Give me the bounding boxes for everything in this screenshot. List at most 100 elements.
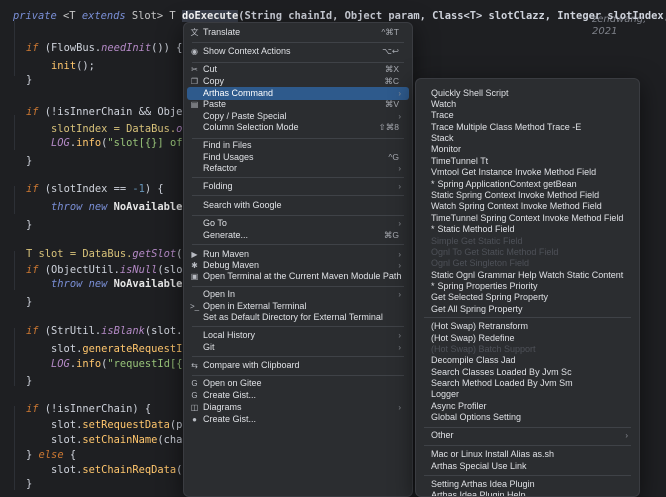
- code-line[interactable]: if (StrUtil.isBlank(slot.get: [1, 322, 201, 340]
- code-token: }: [1, 375, 33, 387]
- menu-separator: [424, 427, 631, 428]
- menu-item-open-terminal-at-the-current-maven-module-path[interactable]: ▣ Open Terminal at the Current Maven Modu…: [187, 270, 409, 283]
- translate-icon: 文: [190, 28, 199, 37]
- code-token: extends: [81, 10, 132, 22]
- menu-item-label: Debug Maven: [203, 260, 260, 270]
- menu-item-label: Monitor: [431, 144, 462, 154]
- menu-item-label: Git: [203, 342, 215, 352]
- maven-run-icon: ▶: [191, 250, 198, 259]
- menu-item-set-as-default-directory-for-external-terminal[interactable]: Set as Default Directory for External Te…: [187, 311, 409, 324]
- code-token: if: [1, 106, 45, 118]
- menu-item-label: Watch: [431, 99, 457, 109]
- menu-item-label: Copy: [203, 76, 225, 86]
- menu-item-label: (Hot Swap) Redefine: [431, 333, 515, 343]
- menu-item-label: Watch Spring Context Invoke Method Field: [431, 201, 602, 211]
- menu-item-create-gist[interactable]: ● Create Gist...: [187, 413, 409, 426]
- menu-separator: [192, 177, 404, 178]
- code-token: Slot>: [131, 10, 170, 22]
- code-token: if: [1, 183, 45, 195]
- code-token: slot.: [1, 419, 83, 431]
- chevron-right-icon: ›: [625, 431, 628, 440]
- code-token: (StrUtil.: [44, 325, 102, 337]
- menu-item-folding[interactable]: Folding ›: [187, 180, 409, 193]
- menu-item-label: Show Context Actions: [203, 46, 291, 56]
- code-token: }: [1, 296, 33, 308]
- menu-item-compare-with-clipboard[interactable]: ⇆ Compare with Clipboard: [187, 359, 409, 372]
- code-token: needInit: [101, 42, 152, 54]
- selected-identifier: doExecute: [181, 10, 239, 22]
- menu-item-label: (Hot Swap) Batch Support: [431, 344, 536, 354]
- menu-item-translate[interactable]: 文 Translate ^⌘T: [187, 26, 409, 39]
- bullet-marker: *: [431, 281, 435, 291]
- code-token: (slotIndex ==: [44, 183, 133, 195]
- menu-separator: [424, 445, 631, 446]
- code-token: ()) {: [151, 42, 183, 54]
- menu-item-label: Quickly Shell Script: [431, 88, 509, 98]
- code-line[interactable]: }: [1, 152, 32, 170]
- menu-item-label: Arthas Special Use Link: [431, 461, 527, 471]
- menu-item-label: Ognl To Get Static Method Field: [431, 247, 559, 257]
- menu-item-label: Get All Spring Property: [431, 304, 523, 314]
- menu-item-label: TimeTunnel Tt: [431, 156, 489, 166]
- code-line[interactable]: if (slotIndex == -1) {: [1, 180, 164, 198]
- bullet-marker: *: [431, 179, 435, 189]
- code-line[interactable]: }: [1, 372, 32, 390]
- menu-item-generate[interactable]: Generate... ⌘G: [187, 229, 409, 242]
- menu-item-search-with-google[interactable]: Search with Google: [187, 199, 409, 212]
- code-line[interactable]: LOG.info("requestId[{}": [1, 355, 195, 373]
- code-token: slot.: [1, 434, 83, 446]
- menu-item-label: Search Classes Loaded By Jvm Sc: [431, 367, 572, 377]
- menu-item-label: Arthas Idea Plugin Help: [431, 490, 526, 497]
- code-line[interactable]: if (FlowBus.needInit()) {: [1, 39, 182, 57]
- code-line[interactable]: LOG.info("slot[{}] offer: [1, 134, 201, 152]
- menu-item-git[interactable]: Git ›: [187, 341, 409, 354]
- code-token: private: [13, 10, 64, 22]
- chevron-right-icon: ›: [398, 343, 401, 352]
- arthas-item-other[interactable]: Other ›: [419, 429, 636, 442]
- code-token: ) {: [144, 183, 164, 195]
- menu-item-label: Arthas Command: [203, 88, 274, 98]
- menu-item-show-context-actions[interactable]: ◉ Show Context Actions ⌥↩: [187, 45, 409, 58]
- code-line[interactable]: throw new NoAvailableSlo: [1, 275, 201, 293]
- gist-icon: G: [191, 391, 198, 400]
- menu-separator: [192, 42, 404, 43]
- arthas-item-get-all-spring-property[interactable]: Get All Spring Property: [419, 303, 636, 316]
- menu-item-label: Static Method Field: [437, 224, 515, 234]
- code-token: T slot = DataBus.: [1, 248, 133, 260]
- code-line[interactable]: throw new NoAvailableSlo: [1, 198, 201, 216]
- code-token: -1: [132, 183, 145, 195]
- code-line[interactable]: }: [1, 71, 32, 89]
- menu-item-refactor[interactable]: Refactor ›: [187, 162, 409, 175]
- menu-item-label: Create Gist...: [203, 390, 257, 400]
- menu-item-label: Paste: [203, 99, 227, 109]
- menu-item-label: Translate: [203, 27, 241, 37]
- menu-item-label: Local History: [203, 330, 256, 340]
- arthas-command-submenu: Quickly Shell Script Watch Trace Trace Mult…: [415, 78, 640, 497]
- code-line[interactable]: }: [1, 475, 32, 493]
- menu-item-label: Async Profiler: [431, 401, 487, 411]
- code-line[interactable]: if (!isInnerChain && ObjectU: [1, 103, 201, 121]
- code-token: LOG: [1, 137, 70, 149]
- menu-item-label: Static Ognl Grammar Help Watch Static Co…: [431, 270, 624, 280]
- menu-item-label: Mac or Linux Install Alias as.sh: [431, 449, 555, 459]
- code-token: }: [1, 74, 33, 86]
- code-token: T: [169, 10, 182, 22]
- code-token: if: [1, 325, 45, 337]
- code-token: isBlank: [101, 325, 145, 337]
- code-token: else: [38, 449, 70, 461]
- menu-item-label: Cut: [203, 64, 218, 74]
- compare-icon: ⇆: [191, 361, 198, 370]
- code-token: (!isInnerChain) {: [44, 403, 152, 415]
- menu-separator: [424, 317, 631, 318]
- menu-item-column-selection-mode[interactable]: Column Selection Mode ⇧⌘8: [187, 121, 409, 134]
- menu-separator: [192, 195, 404, 196]
- arthas-item-arthas-idea-plugin-help[interactable]: Arthas Idea Plugin Help: [419, 489, 636, 497]
- code-line[interactable]: }: [1, 293, 32, 311]
- menu-item-label: Find in Files: [203, 140, 252, 150]
- code-line[interactable]: }: [1, 216, 32, 234]
- code-token: }: [1, 155, 33, 167]
- menu-item-label: Refactor: [203, 163, 238, 173]
- arthas-item-arthas-special-use-link[interactable]: Arthas Special Use Link: [419, 460, 636, 473]
- arthas-item-global-options-setting[interactable]: Global Options Setting: [419, 411, 636, 424]
- menu-item-label: Get Selected Spring Property: [431, 292, 549, 302]
